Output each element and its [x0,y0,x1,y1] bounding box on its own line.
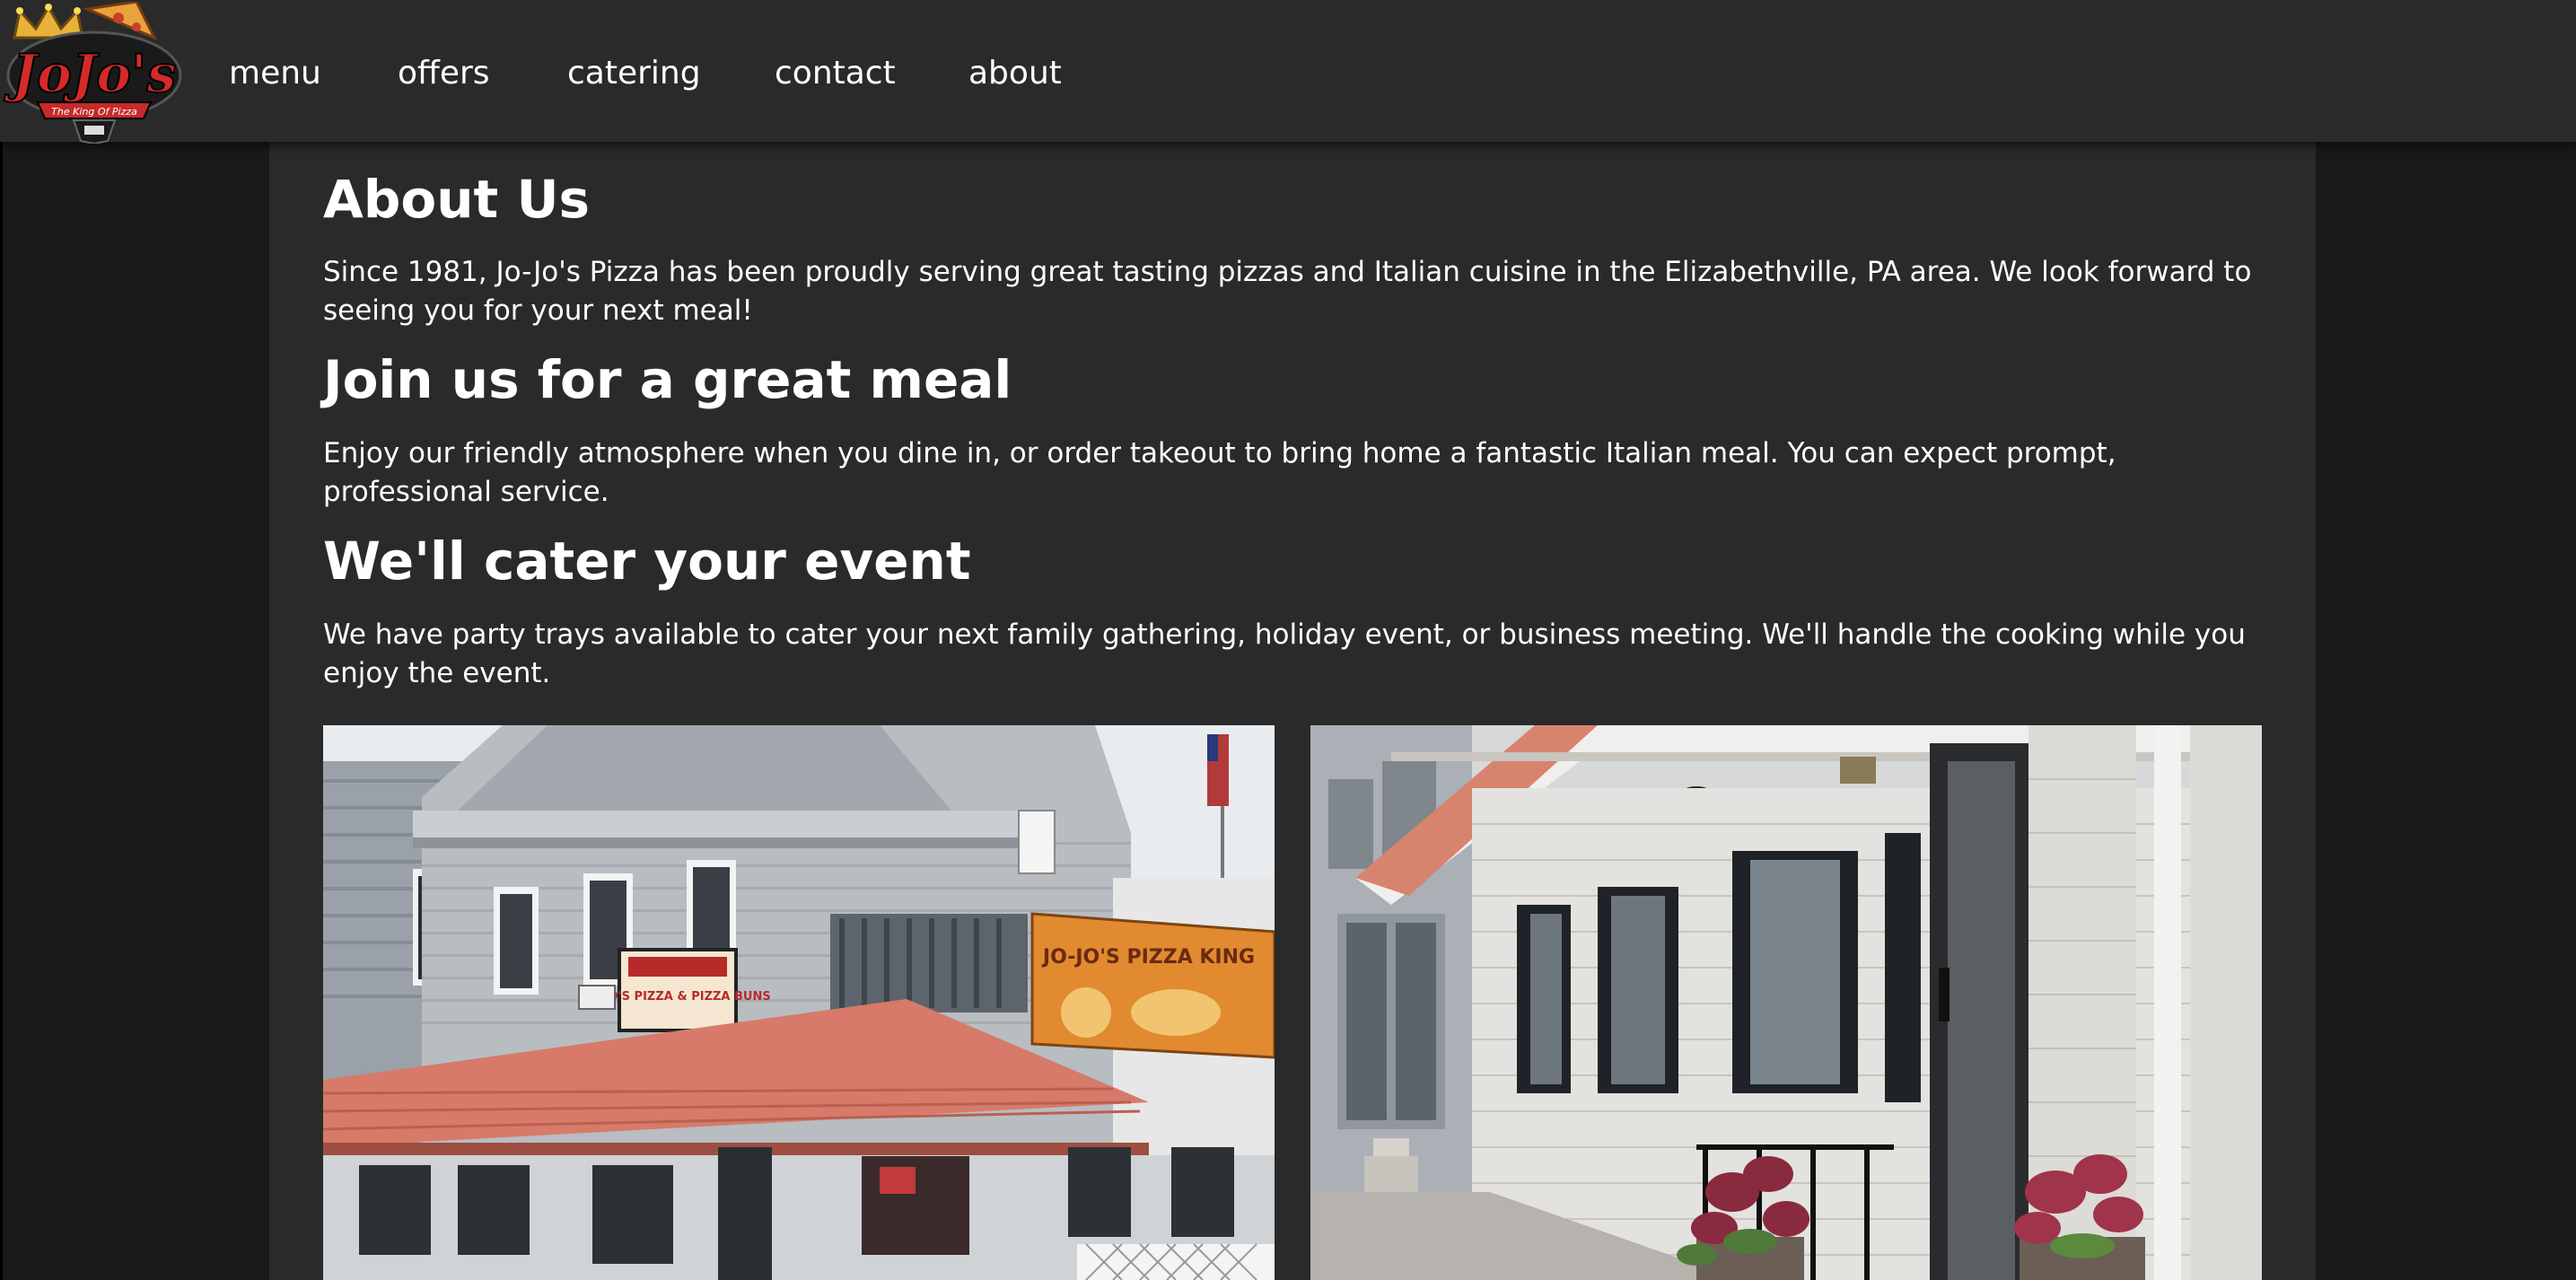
restaurant-entrance-photo [1310,725,2262,1280]
about-text: Since 1981, Jo-Jo's Pizza has been proud… [323,256,2252,327]
jojos-logo[interactable]: JoJo's The King Of Pizza [2,0,187,145]
cater-heading: We'll cater your event [323,530,971,592]
restaurant-exterior-photo: JO-JO'S PIZZA KING JO-JO'S PIZZA & PIZZA… [323,725,1275,1280]
nav-contact-link[interactable]: contact [775,52,896,95]
about-heading: About Us [323,169,591,230]
nav-offers-link[interactable]: offers [398,52,490,95]
meal-text: Enjoy our friendly atmosphere when you d… [323,437,2116,508]
top-navbar: JoJo's The King Of Pizza menu offers cat… [0,0,2576,145]
right-gutter [2316,142,2576,1280]
nav-menu-link[interactable]: menu [229,52,321,95]
main-content: About Us Since 1981, Jo-Jo's Pizza has b… [269,142,2316,1280]
svg-text:The King Of Pizza: The King Of Pizza [51,106,137,118]
svg-text:JO-JO'S PIZZA KING: JO-JO'S PIZZA KING [1041,946,1255,969]
jojos-logo-icon: JoJo's The King Of Pizza [3,0,182,145]
left-gutter [0,142,269,1280]
meal-heading: Join us for a great meal [323,349,1012,410]
svg-text:JoJo's: JoJo's [4,43,177,104]
cater-text: We have party trays available to cater y… [323,618,2246,689]
nav-about-link[interactable]: about [968,52,1062,95]
nav-catering-link[interactable]: catering [567,52,701,95]
